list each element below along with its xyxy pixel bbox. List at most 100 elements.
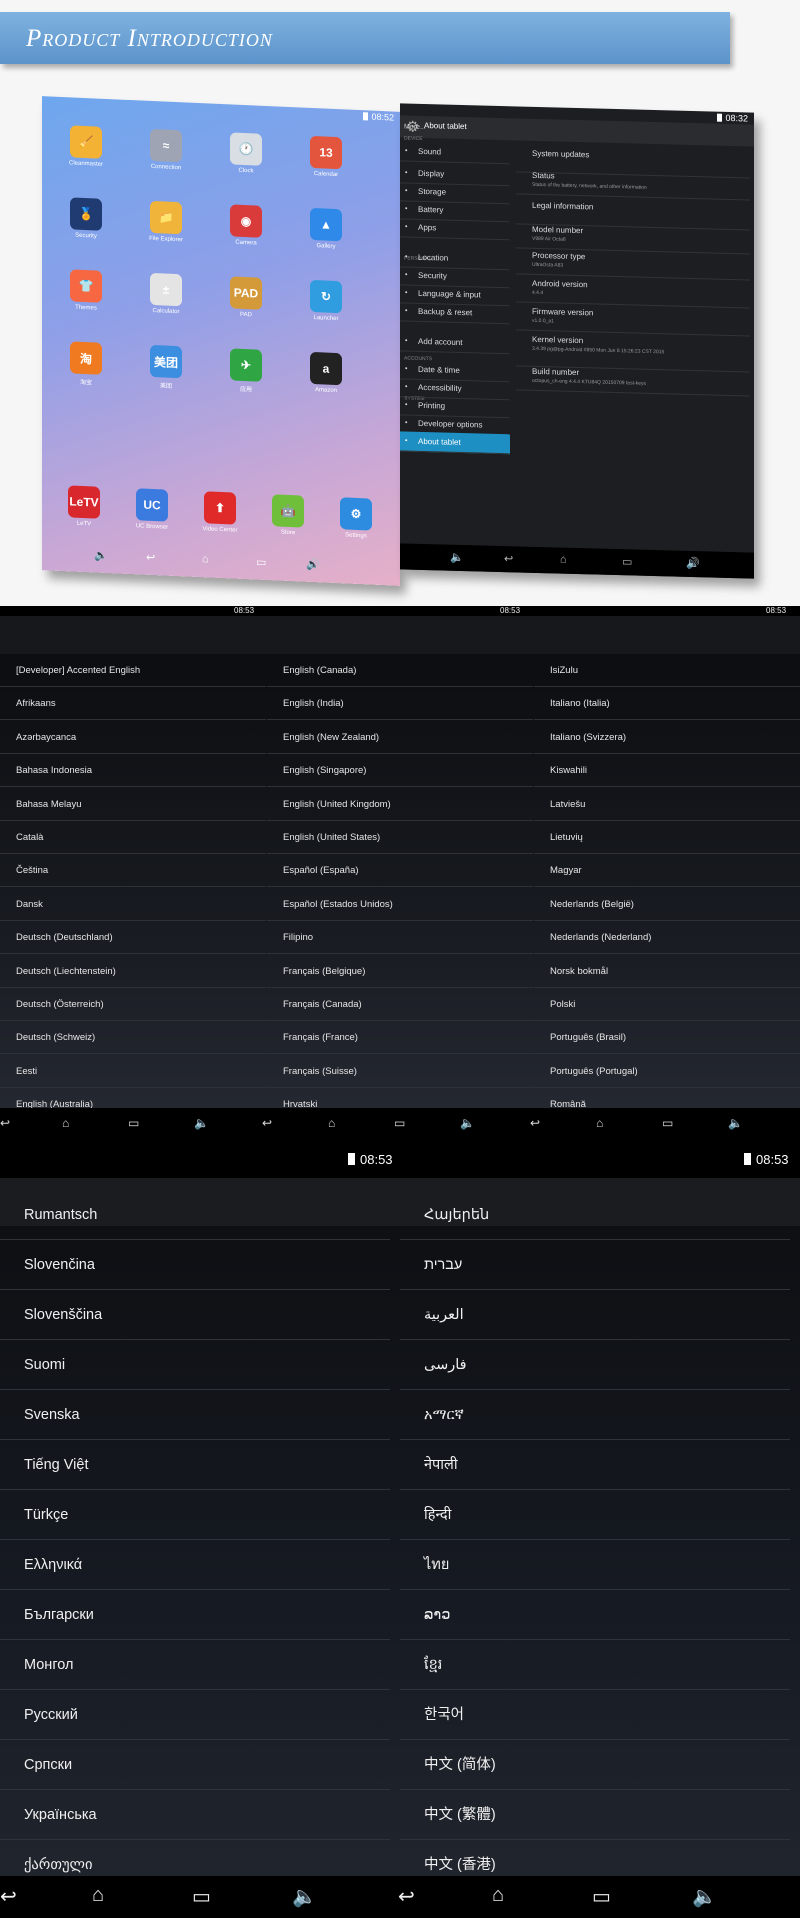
app-icon[interactable]: 📁 File Explorer	[136, 200, 196, 244]
home-icon[interactable]: ⌂	[62, 1116, 69, 1130]
language-item[interactable]: Español (Estados Unidos)	[267, 888, 533, 921]
language-item[interactable]: Bahasa Melayu	[0, 788, 266, 821]
dock-app[interactable]: ⚙ Settings	[326, 497, 386, 541]
language-item[interactable]: Italiano (Italia)	[534, 687, 800, 721]
language-item[interactable]: हिन्दी	[400, 1490, 790, 1540]
app-icon[interactable]: 美团 美团	[136, 344, 196, 391]
language-item[interactable]: Српски	[0, 1740, 390, 1790]
language-item[interactable]: Français (Canada)	[267, 988, 533, 1021]
app-icon[interactable]: ▲ Gallery	[296, 207, 356, 251]
language-item[interactable]: ລາວ	[400, 1590, 790, 1640]
language-item[interactable]: Монгол	[0, 1640, 390, 1690]
settings-item[interactable]: • Apps	[400, 217, 510, 241]
about-item[interactable]: Model number V989 Air Octa8	[516, 224, 750, 255]
language-item[interactable]: Português (Portugal)	[534, 1055, 800, 1088]
language-item[interactable]: Türkçe	[0, 1490, 390, 1540]
language-item[interactable]: Latviešu	[534, 788, 800, 821]
language-item[interactable]: Eesti	[0, 1055, 266, 1088]
recents-icon[interactable]: ▭	[256, 556, 266, 569]
language-item[interactable]: Slovenščina	[0, 1290, 390, 1340]
language-item[interactable]: नेपाली	[400, 1440, 790, 1490]
back-icon[interactable]: ↩	[0, 1884, 17, 1909]
language-item[interactable]: Nederlands (België)	[534, 888, 800, 921]
language-item[interactable]: Español (España)	[267, 854, 533, 888]
language-item[interactable]: Lietuvių	[534, 821, 800, 854]
volume-down-icon[interactable]: 🔈	[94, 548, 108, 562]
dock-app[interactable]: UC UC Browser	[122, 488, 182, 532]
volume-icon[interactable]: 🔈	[194, 1116, 209, 1130]
recents-icon[interactable]: ▭	[592, 1884, 611, 1909]
settings-item[interactable]: • Sound	[400, 141, 510, 165]
dock-app[interactable]: LeTV LeTV	[54, 485, 114, 529]
language-item[interactable]: Kiswahili	[534, 754, 800, 788]
language-item[interactable]: עברית	[400, 1240, 790, 1290]
back-icon[interactable]: ↩	[262, 1116, 272, 1130]
about-item[interactable]: Android version 4.4.4	[516, 278, 750, 309]
language-item[interactable]: English (New Zealand)	[267, 721, 533, 754]
language-item[interactable]: Български	[0, 1590, 390, 1640]
language-item[interactable]: [Developer] Accented English	[0, 654, 266, 687]
app-icon[interactable]: ≈ Connection	[136, 128, 196, 172]
home-icon[interactable]: ⌂	[92, 1884, 104, 1907]
language-item[interactable]: Deutsch (Liechtenstein)	[0, 955, 266, 988]
language-item[interactable]: Bahasa Indonesia	[0, 754, 266, 788]
more-item[interactable]: More...	[404, 123, 426, 131]
language-item[interactable]: Русский	[0, 1690, 390, 1740]
back-icon[interactable]: ↩	[0, 1116, 10, 1130]
recents-icon[interactable]: ▭	[128, 1116, 139, 1130]
language-item[interactable]: English (Canada)	[267, 654, 533, 687]
language-item[interactable]: English (United Kingdom)	[267, 788, 533, 821]
recents-icon[interactable]: ▭	[622, 555, 632, 568]
volume-icon[interactable]: 🔈	[728, 1116, 743, 1130]
language-item[interactable]: Deutsch (Schweiz)	[0, 1021, 266, 1055]
language-item[interactable]: Tiếng Việt	[0, 1440, 390, 1490]
language-item[interactable]: Rumantsch	[0, 1190, 390, 1240]
settings-item[interactable]: • Add account	[400, 331, 510, 355]
language-item[interactable]: 中文 (繁體)	[400, 1790, 790, 1840]
app-icon[interactable]: 淘淘宝	[56, 341, 116, 388]
back-icon[interactable]: ↩	[146, 551, 155, 564]
language-item[interactable]: Italiano (Svizzera)	[534, 721, 800, 754]
recents-icon[interactable]: ▭	[394, 1116, 405, 1130]
volume-icon[interactable]: 🔈	[692, 1884, 717, 1909]
about-item[interactable]: Build number octopus_ch-eng 4.4.4 KTU84Q …	[516, 366, 750, 397]
about-item[interactable]: Firmware version v1.0.0_a1	[516, 306, 750, 337]
about-item[interactable]: Processor type UltraOcta A83	[516, 250, 750, 281]
recents-icon[interactable]: ▭	[662, 1116, 673, 1130]
language-item[interactable]: Filipino	[267, 921, 533, 955]
language-item[interactable]: Čeština	[0, 854, 266, 888]
language-item[interactable]: Magyar	[534, 854, 800, 888]
back-icon[interactable]: ↩	[398, 1884, 415, 1909]
language-item[interactable]: Українська	[0, 1790, 390, 1840]
language-item[interactable]: Nederlands (Nederland)	[534, 921, 800, 955]
home-icon[interactable]: ⌂	[328, 1116, 335, 1130]
language-item[interactable]: Slovenčina	[0, 1240, 390, 1290]
language-item[interactable]: Polski	[534, 988, 800, 1021]
app-icon[interactable]: 🏅 Security	[56, 197, 116, 241]
language-item[interactable]: فارسی	[400, 1340, 790, 1390]
home-icon[interactable]: ⌂	[492, 1884, 504, 1907]
language-item[interactable]: العربية	[400, 1290, 790, 1340]
home-icon[interactable]: ⌂	[560, 554, 567, 566]
language-item[interactable]: Ελληνικά	[0, 1540, 390, 1590]
language-item[interactable]: Français (Belgique)	[267, 955, 533, 988]
volume-icon[interactable]: 🔈	[460, 1116, 475, 1130]
language-item[interactable]: Svenska	[0, 1390, 390, 1440]
app-icon[interactable]: 🧹 Cleanmaster	[56, 125, 116, 169]
recents-icon[interactable]: ▭	[192, 1884, 211, 1909]
volume-down-icon[interactable]: 🔈	[450, 551, 464, 564]
language-item[interactable]: Afrikaans	[0, 687, 266, 721]
volume-icon[interactable]: 🔈	[292, 1884, 317, 1909]
app-icon[interactable]: 🕐 Clock	[216, 132, 276, 176]
language-item[interactable]: Dansk	[0, 888, 266, 921]
back-icon[interactable]: ↩	[530, 1116, 540, 1130]
app-icon[interactable]: a Amazon	[296, 351, 356, 395]
app-icon[interactable]: 👕 Themes	[56, 269, 116, 313]
app-icon[interactable]: ± Calculator	[136, 272, 196, 316]
volume-up-icon[interactable]: 🔊	[306, 558, 320, 572]
app-icon[interactable]: ✈ 应用	[216, 348, 276, 395]
language-item[interactable]: English (India)	[267, 687, 533, 721]
app-icon[interactable]: ◉ Camera	[216, 204, 276, 248]
language-item[interactable]: English (Singapore)	[267, 754, 533, 788]
home-icon[interactable]: ⌂	[596, 1116, 603, 1130]
